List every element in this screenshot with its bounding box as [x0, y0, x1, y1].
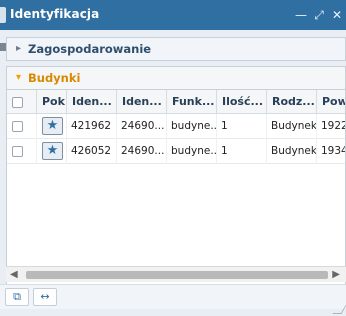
rodz-cell: Budynek: [267, 139, 317, 164]
identification-window: Identyfikacja — ⤢ ✕ ▸ Zagospodarowanie ▾…: [0, 0, 346, 316]
row-select-cell[interactable]: [7, 114, 37, 139]
fit-width-icon[interactable]: ↔: [33, 288, 57, 306]
bottom-toolbar: ⧉ ↔: [0, 284, 346, 309]
row-select-cell[interactable]: [7, 139, 37, 164]
scrollbar-thumb[interactable]: [26, 271, 328, 279]
iden-2-cell: 24690...: [117, 114, 167, 139]
table-row[interactable]: ★ 421962 24690... budyne... 1 Budynek 19…: [7, 114, 345, 139]
maximize-icon[interactable]: ⤢: [313, 7, 325, 23]
column-iden-2[interactable]: Iden...: [117, 90, 167, 114]
column-iden-1[interactable]: Iden...: [67, 90, 117, 114]
column-ilosc[interactable]: Ilość...: [217, 90, 267, 114]
select-all-checkbox[interactable]: [12, 97, 23, 108]
ilosc-cell: 1: [217, 114, 267, 139]
row-checkbox[interactable]: [12, 121, 23, 132]
column-funk[interactable]: Funk...: [167, 90, 217, 114]
pok-cell: ★: [37, 139, 67, 164]
iden-1-cell: 426052: [67, 139, 117, 164]
table-row[interactable]: ★ 426052 24690... budyne... 1 Budynek 19…: [7, 139, 345, 164]
horizontal-scrollbar[interactable]: ◀ ▶: [6, 266, 346, 282]
budynki-grid: Pok Iden... Iden... Funk... Ilość... Rod…: [6, 90, 346, 286]
scroll-right-icon[interactable]: ▶: [332, 269, 340, 280]
powi-cell: 1934.5: [321, 145, 345, 157]
collapse-arrow-icon: ▾: [16, 72, 22, 83]
star-icon[interactable]: ★: [42, 117, 63, 135]
rodz-cell: Budynek: [267, 114, 317, 139]
window-title: Identyfikacja: [10, 7, 100, 21]
resize-handle-icon[interactable]: [334, 304, 346, 316]
iden-2-cell: 24690...: [117, 139, 167, 164]
column-pok[interactable]: Pok: [37, 90, 67, 114]
grid-header: Pok Iden... Iden... Funk... Ilość... Rod…: [7, 90, 345, 114]
window-titlebar[interactable]: Identyfikacja — ⤢ ✕: [0, 0, 346, 30]
header-select-all[interactable]: [7, 90, 37, 114]
iden-1-cell: 421962: [67, 114, 117, 139]
powi-cell: 1922.4: [321, 120, 345, 132]
scroll-left-icon[interactable]: ◀: [10, 269, 18, 280]
panel-label-zagospodarowanie: Zagospodarowanie: [28, 42, 152, 56]
column-rodz[interactable]: Rodz...: [267, 90, 317, 114]
column-powi[interactable]: Powi: [317, 90, 345, 114]
detach-icon[interactable]: ⧉: [5, 288, 29, 306]
panel-header-budynki[interactable]: ▾ Budynki: [6, 66, 346, 90]
window-grip: [0, 7, 6, 23]
funk-cell: budyne...: [167, 139, 217, 164]
minimize-icon[interactable]: —: [295, 7, 307, 23]
expand-arrow-icon: ▸: [16, 43, 22, 54]
ilosc-cell: 1: [217, 139, 267, 164]
panel-label-budynki: Budynki: [28, 71, 81, 85]
star-icon[interactable]: ★: [42, 142, 63, 160]
close-icon[interactable]: ✕: [331, 7, 343, 23]
panel-header-zagospodarowanie[interactable]: ▸ Zagospodarowanie: [6, 37, 346, 61]
pok-cell: ★: [37, 114, 67, 139]
row-checkbox[interactable]: [12, 146, 23, 157]
funk-cell: budyne...: [167, 114, 217, 139]
